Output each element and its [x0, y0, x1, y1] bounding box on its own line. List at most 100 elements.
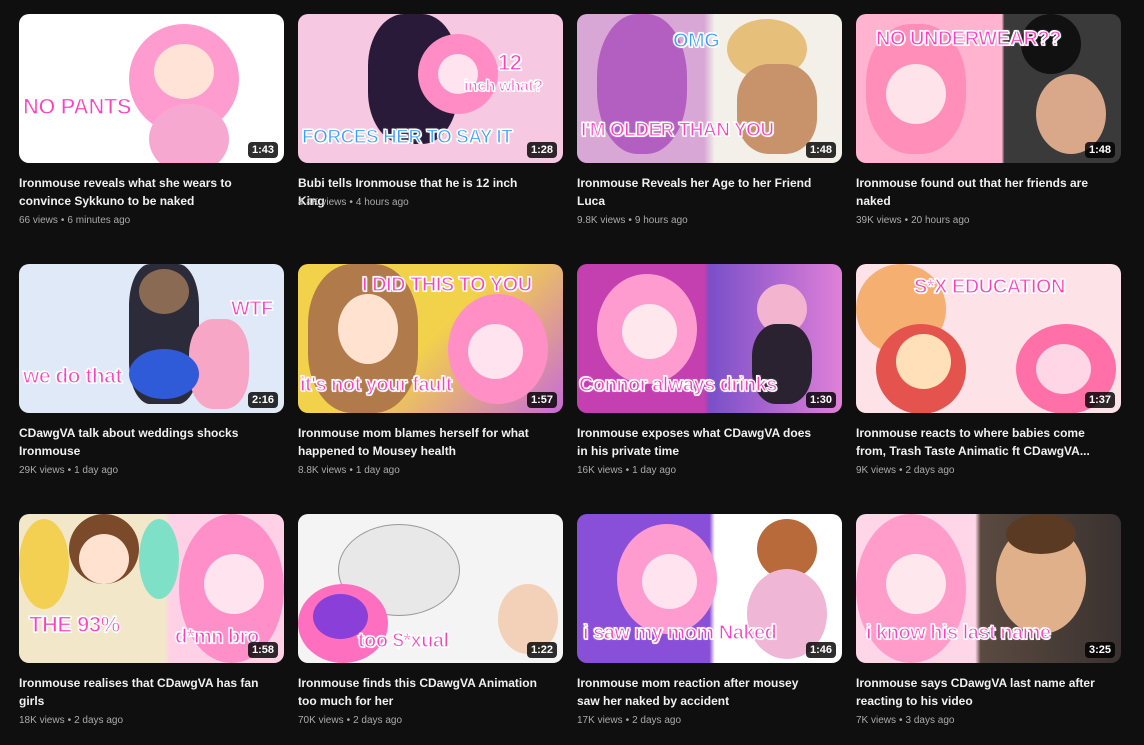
duration-badge: 1:58 [247, 642, 278, 658]
video-meta: 29K views • 1 day ago [19, 465, 118, 476]
duration-badge: 1:46 [805, 642, 836, 658]
video-title[interactable]: Ironmouse found out that her friends are… [856, 174, 1101, 210]
video-thumbnail[interactable]: THE 93% d*mn bro 1:58 [19, 514, 284, 663]
video-meta: 9.8K views • 9 hours ago [577, 215, 688, 226]
upload-age: 2 days ago [905, 465, 955, 476]
duration-badge: 1:48 [805, 142, 836, 158]
upload-age: 4 hours ago [355, 197, 409, 208]
video-title[interactable]: Ironmouse realises that CDawgVA has fan … [19, 674, 264, 710]
upload-age: 2 days ago [74, 715, 124, 726]
view-count: 9K views [856, 465, 897, 476]
thumbnail-overlay-text: THE 93% [28, 611, 120, 637]
view-count: 29K views [19, 465, 65, 476]
video-title[interactable]: Ironmouse finds this CDawgVA Animation t… [298, 674, 543, 710]
meta-separator: • [346, 715, 351, 726]
thumbnail-overlay-text: d*mn bro [174, 625, 259, 648]
video-meta: 66 views • 6 minutes ago [19, 215, 130, 226]
thumbnail-overlay-text: i saw my mom Naked [582, 621, 777, 644]
upload-age: 1 day ago [355, 465, 400, 476]
meta-separator: • [67, 715, 72, 726]
video-title[interactable]: CDawgVA talk about weddings shocks Ironm… [19, 424, 264, 460]
duration-badge: 1:48 [1084, 142, 1115, 158]
video-thumbnail[interactable]: i know his last name 3:25 [856, 514, 1121, 663]
view-count: 8.8K views [298, 465, 347, 476]
view-count: 9.8K views [577, 215, 626, 226]
meta-separator: • [625, 465, 630, 476]
video-thumbnail[interactable]: I DID THIS TO YOU it's not your fault 1:… [298, 264, 563, 413]
video-meta: 17K views • 2 days ago [577, 715, 681, 726]
video-thumbnail[interactable]: too $*xual 1:22 [298, 514, 563, 663]
thumbnail-overlay-text: it's not your fault [299, 373, 453, 396]
meta-separator: • [628, 215, 632, 226]
video-grid: NO PANTS 1:43 Ironmouse reveals what she… [0, 0, 1144, 745]
meta-separator: • [625, 715, 630, 726]
video-thumbnail[interactable]: NO UNDERWEAR?? 1:48 [856, 14, 1121, 163]
video-thumbnail[interactable]: S*X EDUCATION 1:37 [856, 264, 1121, 413]
thumbnail-overlay-text: S*X EDUCATION [913, 275, 1066, 298]
video-title[interactable]: Ironmouse mom reaction after mousey saw … [577, 674, 822, 710]
thumbnail-overlay-text: I'M OLDER THAN YOU [580, 119, 774, 141]
upload-age: 9 hours ago [634, 215, 688, 226]
video-meta: 7K views • 3 days ago [856, 715, 954, 726]
meta-separator: • [60, 215, 65, 226]
video-meta: 70K views • 2 days ago [298, 715, 402, 726]
thumbnail-overlay-text: I DID THIS TO YOU [361, 273, 532, 296]
video-title[interactable]: Ironmouse reveals what she wears to conv… [19, 174, 264, 210]
view-count: 17K views [577, 715, 623, 726]
view-count: 70K views [298, 715, 344, 726]
duration-badge: 2:16 [247, 392, 278, 408]
video-title[interactable]: Ironmouse mom blames herself for what ha… [298, 424, 543, 460]
thumbnail-overlay-text: too $*xual [357, 629, 449, 652]
thumbnail-overlay-text: WTF [230, 297, 274, 320]
view-count: 16K views [577, 465, 623, 476]
duration-badge: 3:25 [1084, 642, 1115, 658]
upload-age: 1 day ago [632, 465, 677, 476]
thumbnail-overlay-text: i know his last name [865, 621, 1051, 644]
video-thumbnail[interactable]: OMG I'M OLDER THAN YOU 1:48 [577, 14, 842, 163]
duration-badge: 1:43 [247, 142, 278, 158]
meta-separator: • [899, 715, 903, 726]
upload-age: 2 days ago [632, 715, 682, 726]
video-title[interactable]: Ironmouse says CDawgVA last name after r… [856, 674, 1101, 710]
video-thumbnail[interactable]: NO PANTS 1:43 [19, 14, 284, 163]
meta-separator: • [349, 465, 353, 476]
video-title[interactable]: Ironmouse Reveals her Age to her Friend … [577, 174, 822, 210]
duration-badge: 1:28 [526, 142, 557, 158]
view-count: 66 views [19, 215, 58, 226]
thumbnail-overlay-text: OMG [672, 29, 720, 52]
video-thumbnail[interactable]: i saw my mom Naked 1:46 [577, 514, 842, 663]
view-count: 4.4K views [298, 197, 347, 208]
video-title[interactable]: Ironmouse reacts to where babies come fr… [856, 424, 1101, 460]
video-meta: 9K views • 2 days ago [856, 465, 954, 476]
upload-age: 1 day ago [74, 465, 119, 476]
thumbnail-overlay-text: inch what? [463, 77, 543, 95]
video-title[interactable]: Ironmouse exposes what CDawgVA does in h… [577, 424, 822, 460]
upload-age: 2 days ago [353, 715, 403, 726]
duration-badge: 1:30 [805, 392, 836, 408]
thumbnail-overlay-text: NO PANTS [22, 93, 132, 119]
view-count: 39K views [856, 215, 902, 226]
duration-badge: 1:57 [526, 392, 557, 408]
duration-badge: 1:22 [526, 642, 557, 658]
duration-badge: 1:37 [1084, 392, 1115, 408]
meta-separator: • [67, 465, 72, 476]
video-thumbnail[interactable]: 12 inch what? FORCES HER TO SAY IT 1:28 [298, 14, 563, 163]
view-count: 18K views [19, 715, 65, 726]
meta-separator: • [904, 215, 909, 226]
upload-age: 6 minutes ago [67, 215, 131, 226]
thumbnail-overlay-text: FORCES HER TO SAY IT [301, 126, 513, 148]
upload-age: 20 hours ago [911, 215, 970, 226]
meta-separator: • [349, 197, 353, 208]
thumbnail-overlay-text: 12 [497, 49, 522, 75]
thumbnail-overlay-text: NO UNDERWEAR?? [875, 27, 1062, 50]
video-meta: 18K views • 2 days ago [19, 715, 123, 726]
thumbnail-overlay-text: Connor always drinks [578, 373, 778, 396]
upload-age: 3 days ago [905, 715, 955, 726]
video-meta: 16K views • 1 day ago [577, 465, 676, 476]
thumbnail-overlay-text: we do that [22, 364, 123, 388]
video-meta: 4.4K views • 4 hours ago [298, 197, 409, 208]
video-thumbnail[interactable]: Connor always drinks 1:30 [577, 264, 842, 413]
video-thumbnail[interactable]: WTF we do that 2:16 [19, 264, 284, 413]
video-meta: 39K views • 20 hours ago [856, 215, 969, 226]
video-meta: 8.8K views • 1 day ago [298, 465, 400, 476]
